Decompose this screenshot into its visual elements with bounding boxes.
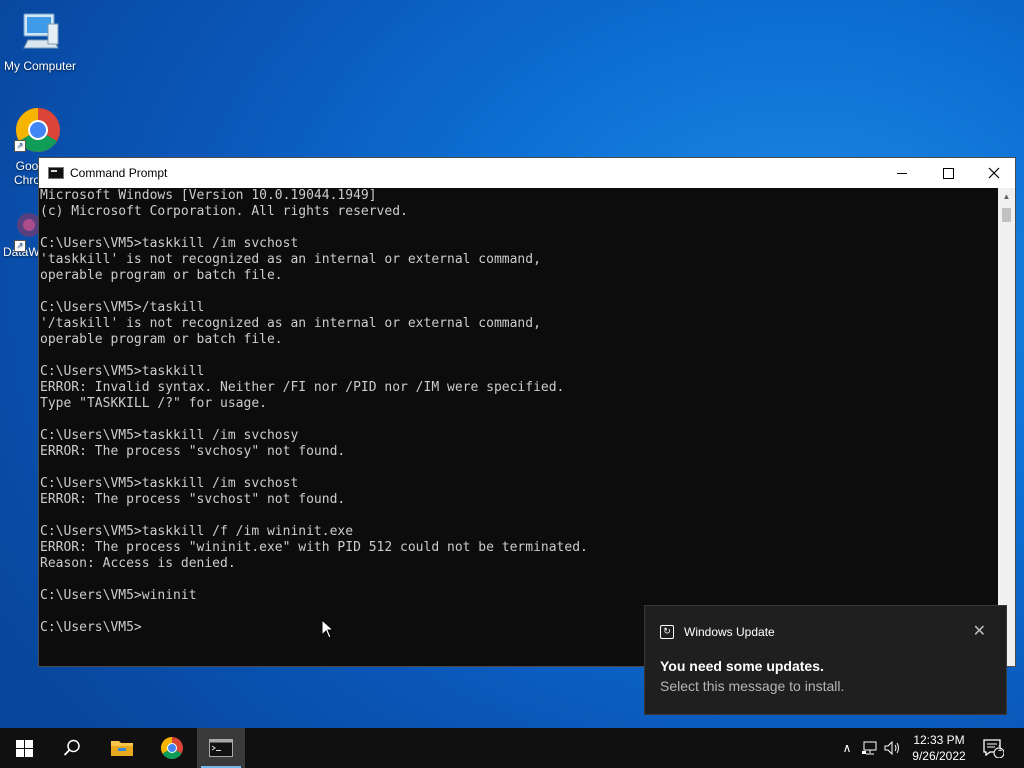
- taskbar-file-explorer[interactable]: [98, 728, 146, 768]
- shortcut-arrow-icon: ↗: [14, 140, 26, 152]
- volume-icon[interactable]: [884, 741, 902, 755]
- maximize-icon: [942, 167, 954, 179]
- windows-update-icon: ↻: [660, 625, 674, 639]
- console-line: 'taskkill' is not recognized as an inter…: [40, 252, 541, 267]
- console-line: C:\Users\VM5>taskkill /f /im wininit.exe: [40, 524, 354, 539]
- console-line: C:\Users\VM5>taskkill: [40, 364, 205, 379]
- close-button[interactable]: [971, 158, 1017, 188]
- maximize-button[interactable]: [925, 158, 971, 188]
- notification-app-name: Windows Update: [684, 625, 775, 639]
- action-center-button[interactable]: 1: [982, 728, 1004, 768]
- desktop-icon-label: My Computer: [3, 59, 77, 73]
- notification-body: Select this message to install.: [660, 678, 845, 694]
- console-line: ERROR: Invalid syntax. Neither /FI nor /…: [40, 380, 565, 395]
- desktop-icon-dataw[interactable]: ↗ DataW: [0, 210, 41, 259]
- network-icon[interactable]: [862, 741, 880, 755]
- console-line: ERROR: The process "svchost" not found.: [40, 492, 346, 507]
- console-line: Type "TASKKILL /?" for usage.: [40, 396, 267, 411]
- show-hidden-icons-icon[interactable]: ∧: [838, 741, 856, 755]
- console-line: C:\Users\VM5>taskkill /im svchosy: [40, 428, 299, 443]
- console-line: C:\Users\VM5>taskkill /im svchost: [40, 476, 299, 491]
- notification-count-badge: 1: [997, 744, 1003, 753]
- minimize-button[interactable]: [879, 158, 925, 188]
- vertical-scrollbar[interactable]: ▲: [998, 188, 1015, 666]
- mouse-cursor-icon: [321, 619, 335, 639]
- taskbar-command-prompt[interactable]: [197, 728, 245, 768]
- command-prompt-window[interactable]: Command Prompt Microsoft Windows [Versio…: [38, 157, 1016, 667]
- window-title: Command Prompt: [70, 166, 168, 180]
- taskbar: ∧ 12:33 PM 9/26/2022 1: [0, 728, 1024, 768]
- taskbar-clock[interactable]: 12:33 PM 9/26/2022: [904, 732, 974, 764]
- clock-date: 9/26/2022: [912, 749, 966, 763]
- search-button[interactable]: [48, 728, 96, 768]
- console-line: ERROR: The process "wininit.exe" with PI…: [40, 540, 588, 555]
- console-line: ERROR: The process "svchosy" not found.: [40, 444, 346, 459]
- search-icon: [63, 739, 80, 756]
- console-line: C:\Users\VM5>/taskill: [40, 300, 205, 315]
- windows-logo-icon: [15, 739, 33, 757]
- console-line: operable program or batch file.: [40, 332, 283, 347]
- clock-time: 12:33 PM: [913, 733, 965, 747]
- console-line: '/taskill' is not recognized as an inter…: [40, 316, 541, 331]
- computer-icon: [23, 13, 59, 49]
- start-button[interactable]: [0, 728, 48, 768]
- minimize-icon: [897, 172, 907, 174]
- cmd-icon: [48, 167, 64, 179]
- console-line: C:\Users\VM5>wininit: [40, 588, 197, 603]
- folder-icon: [111, 741, 133, 756]
- console-line: Reason: Access is denied.: [40, 556, 236, 571]
- console-output[interactable]: Microsoft Windows [Version 10.0.19044.19…: [39, 188, 999, 666]
- close-icon: [988, 167, 1000, 179]
- title-bar[interactable]: Command Prompt: [39, 158, 1015, 188]
- close-icon[interactable]: ✕: [973, 621, 986, 641]
- console-line: (c) Microsoft Corporation. All rights re…: [40, 204, 408, 219]
- notification-title: You need some updates.: [660, 658, 824, 674]
- scroll-thumb[interactable]: [1002, 208, 1011, 222]
- cmd-icon: [209, 739, 233, 757]
- desktop-icon-my-computer[interactable]: My Computer: [0, 10, 80, 73]
- chrome-icon: [161, 737, 183, 759]
- console-line: operable program or batch file.: [40, 268, 283, 283]
- shortcut-arrow-icon: ↗: [14, 240, 26, 252]
- console-line: Microsoft Windows [Version 10.0.19044.19…: [40, 188, 377, 203]
- taskbar-chrome[interactable]: [148, 728, 196, 768]
- windows-update-notification[interactable]: ↻ Windows Update ✕ You need some updates…: [644, 605, 1007, 715]
- scroll-up-icon[interactable]: ▲: [998, 188, 1015, 205]
- console-line: C:\Users\VM5>taskkill /im svchost: [40, 236, 299, 251]
